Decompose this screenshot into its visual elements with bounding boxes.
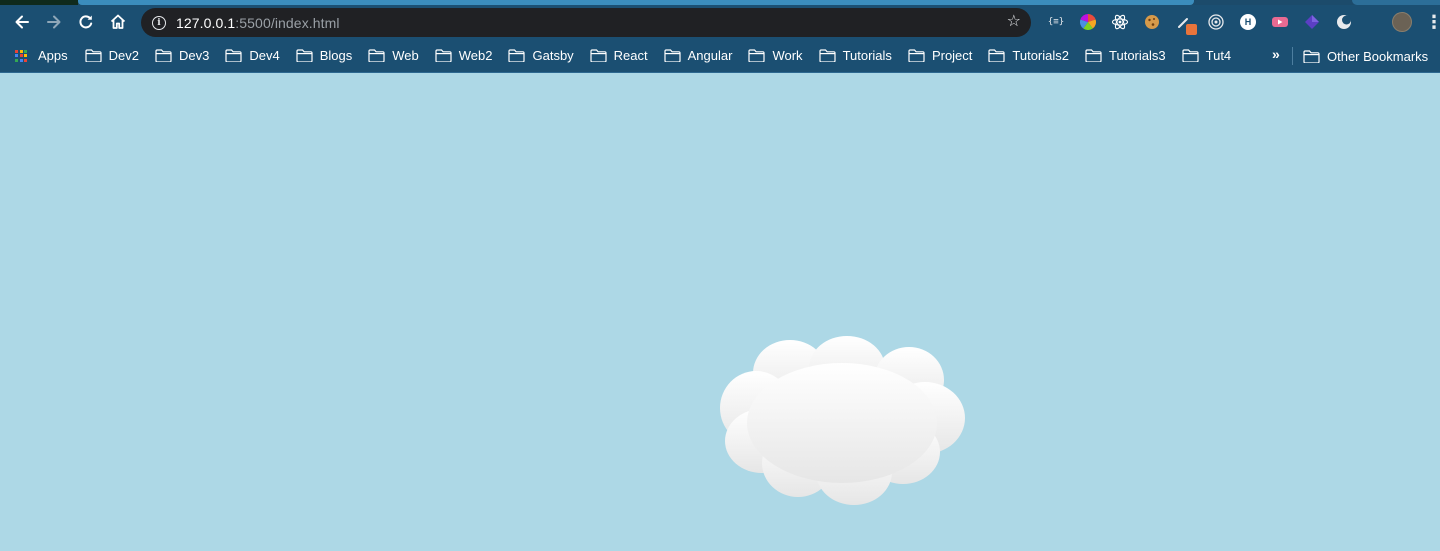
bookmark-folder[interactable]: Tut4 — [1182, 43, 1232, 69]
bookmark-folder[interactable]: Dev2 — [85, 43, 139, 69]
home-button[interactable] — [102, 8, 134, 36]
bookmark-folder[interactable]: Tutorials — [818, 43, 892, 69]
bookmark-folder-label: Tutorials — [842, 48, 892, 63]
folder-icon — [296, 49, 313, 62]
reload-icon — [79, 15, 93, 29]
bookmark-folder[interactable]: Dev4 — [225, 43, 280, 69]
bookmark-folder-label: Tutorials2 — [1012, 48, 1070, 63]
apps-shortcut[interactable]: Apps — [15, 43, 68, 69]
bookmark-folder[interactable]: Project — [908, 43, 972, 69]
cookie-extension-icon[interactable] — [1136, 8, 1168, 36]
url-host: 127.0.0.1 — [176, 14, 236, 31]
bookmark-folder[interactable]: Dev3 — [155, 43, 209, 69]
hosting-label: H — [1240, 14, 1256, 30]
target-icon — [1208, 14, 1224, 30]
bookmark-folder-label: Angular — [687, 48, 733, 63]
target-extension-icon[interactable] — [1200, 8, 1232, 36]
bookmark-folder-label: Work — [772, 48, 803, 63]
kebab-menu-icon: ⋮ — [1425, 12, 1440, 32]
bookmark-folders: Dev2 Dev3 Dev4 Blogs Web Web2 Gatsby React Angul… — [85, 43, 1248, 69]
folder-icon — [1085, 49, 1102, 62]
forward-button[interactable] — [38, 8, 70, 36]
bookmark-folder-label: Project — [931, 48, 973, 63]
react-devtools-extension-icon[interactable] — [1104, 8, 1136, 36]
bookmarks-overflow-chevron[interactable]: » — [1272, 46, 1280, 62]
bookmarks-divider — [1292, 47, 1293, 65]
bookmark-folder[interactable]: Gatsby — [508, 43, 574, 69]
apps-grid-icon — [15, 49, 27, 62]
reload-button[interactable] — [70, 8, 102, 36]
extensions-row: {≡} H ⋮ — [1040, 5, 1440, 39]
folder-icon — [908, 49, 925, 62]
profile-avatar-button[interactable] — [1386, 8, 1418, 36]
folder-icon — [818, 49, 836, 62]
cloud-shape — [720, 336, 965, 505]
layers-icon — [1305, 15, 1319, 29]
url-text[interactable]: 127.0.0.1:5500/index.html — [176, 15, 340, 31]
json-viewer-label: {≡} — [1047, 17, 1065, 27]
back-button[interactable] — [6, 8, 38, 36]
json-viewer-extension-icon[interactable]: {≡} — [1040, 8, 1072, 36]
separator-space — [1360, 8, 1386, 36]
folder-icon — [368, 49, 385, 62]
bookmark-folder[interactable]: React — [590, 43, 648, 69]
bookmark-folder[interactable]: Tutorials2 — [988, 43, 1069, 69]
folder-icon — [1182, 49, 1199, 62]
folder-icon — [225, 49, 242, 62]
video-icon — [1272, 17, 1288, 27]
bookmark-folder-label: Dev4 — [249, 48, 280, 63]
browser-menu-button[interactable]: ⋮ — [1418, 8, 1440, 36]
bookmark-folder[interactable]: Tutorials3 — [1085, 43, 1166, 69]
bookmark-folder-label: Dev2 — [108, 48, 139, 63]
bookmark-folder-label: Tutorials3 — [1109, 48, 1166, 63]
url-path: :5500/index.html — [235, 14, 340, 31]
bookmark-folder-label: React — [613, 48, 648, 63]
arrow-right-icon — [47, 15, 61, 29]
folder-icon — [664, 49, 681, 62]
folder-icon — [155, 49, 172, 62]
extension-badge — [1186, 24, 1197, 35]
bookmarks-bar: Apps Dev2 Dev3 Dev4 Blogs Web Web2 Gatsby React… — [0, 39, 1440, 73]
react-atom-icon — [1111, 14, 1129, 30]
cookie-icon — [1145, 15, 1159, 29]
browser-toolbar: i 127.0.0.1:5500/index.html ☆ {≡} H ⋮ — [0, 5, 1440, 39]
eyedropper-extension-icon[interactable] — [1168, 8, 1200, 36]
bookmark-folder[interactable]: Work — [748, 43, 803, 69]
folder-icon — [748, 49, 766, 62]
info-icon[interactable]: i — [152, 15, 166, 30]
bookmark-folder[interactable]: Angular — [664, 43, 733, 69]
color-wheel-icon — [1080, 14, 1096, 30]
bookmark-folder[interactable]: Web2 — [435, 43, 493, 69]
bookmark-folder-label: Web2 — [458, 48, 493, 63]
bookmark-folder-label: Gatsby — [532, 48, 574, 63]
other-bookmarks-label: Other Bookmarks — [1327, 48, 1429, 64]
arrow-left-icon — [15, 15, 29, 29]
other-bookmarks-folder[interactable]: Other Bookmarks — [1303, 43, 1428, 69]
bookmark-folder[interactable]: Web — [368, 43, 419, 69]
layers-extension-icon[interactable] — [1296, 8, 1328, 36]
bookmark-folder-label: Tut4 — [1205, 48, 1232, 63]
moon-extension-icon[interactable] — [1328, 8, 1360, 36]
address-bar[interactable]: i 127.0.0.1:5500/index.html ☆ — [141, 8, 1031, 37]
avatar — [1392, 12, 1412, 32]
apps-label: Apps — [38, 48, 68, 63]
folder-icon — [85, 49, 102, 62]
folder-icon — [508, 49, 526, 62]
video-extension-icon[interactable] — [1264, 8, 1296, 36]
bookmark-folder[interactable]: Blogs — [296, 43, 353, 69]
bookmark-folder-label: Web — [392, 48, 419, 63]
moon-icon — [1337, 15, 1351, 29]
folder-icon — [1303, 49, 1320, 63]
color-wheel-extension-icon[interactable] — [1072, 8, 1104, 36]
bookmark-folder-label: Blogs — [319, 48, 353, 63]
hosting-extension-icon[interactable]: H — [1232, 8, 1264, 36]
folder-icon — [590, 49, 607, 62]
folder-icon — [988, 49, 1006, 62]
home-icon — [110, 14, 126, 29]
bookmark-folder-label: Dev3 — [179, 48, 210, 63]
page-viewport — [0, 74, 1440, 551]
star-icon[interactable]: ☆ — [1007, 14, 1021, 30]
folder-icon — [435, 49, 452, 62]
